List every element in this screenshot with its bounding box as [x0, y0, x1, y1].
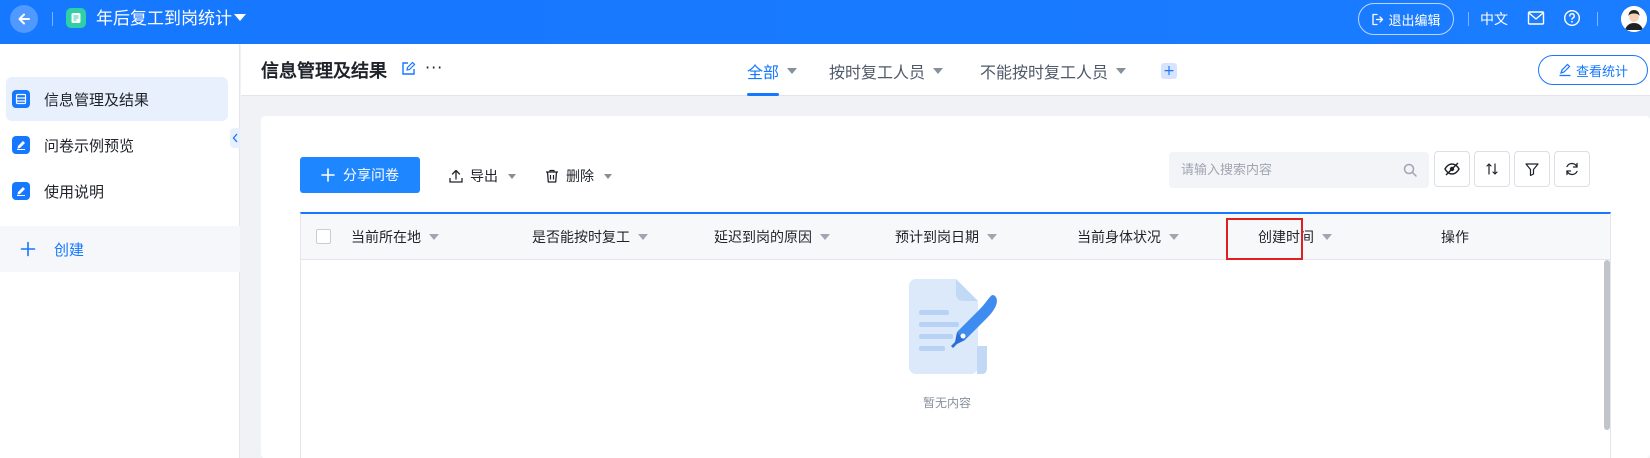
chevron-down-icon[interactable]	[1322, 234, 1332, 240]
empty-state-text: 暂无内容	[923, 396, 972, 410]
collapse-sidebar-toggle[interactable]	[230, 128, 240, 148]
edit-icon	[12, 136, 30, 154]
divider	[1597, 12, 1598, 26]
create-button[interactable]: 创建	[0, 226, 240, 272]
chevron-down-icon[interactable]	[638, 234, 648, 240]
search-input[interactable]	[1181, 162, 1391, 178]
vertical-scrollbar[interactable]	[1604, 260, 1610, 430]
sort-button[interactable]	[1474, 151, 1510, 187]
exit-edit-label: 退出编辑	[1388, 13, 1441, 29]
column-label: 延迟到岗的原因	[714, 230, 812, 246]
export-label: 导出	[470, 169, 498, 185]
export-button[interactable]: 导出	[448, 166, 516, 186]
main-header: 信息管理及结果 ··· 全部 按时复工人员 不能按时复工人员 + 查看统计	[241, 44, 1650, 96]
chevron-down-icon[interactable]	[987, 234, 997, 240]
upload-icon	[449, 169, 463, 183]
share-label: 分享问卷	[343, 168, 399, 184]
column-header-expected-date[interactable]: 预计到岗日期	[895, 227, 997, 247]
column-label: 当前身体状况	[1077, 230, 1161, 246]
chevron-down-icon[interactable]	[1169, 234, 1179, 240]
mail-icon[interactable]	[1527, 10, 1545, 30]
sidebar: 信息管理及结果 问卷示例预览 使用说明 创建	[0, 44, 240, 458]
arrow-left-icon	[18, 13, 30, 25]
language-switch[interactable]: 中文	[1480, 9, 1508, 29]
column-header-on-time[interactable]: 是否能按时复工	[532, 227, 648, 247]
user-avatar[interactable]	[1621, 6, 1647, 32]
tab-label: 按时复工人员	[829, 63, 926, 82]
edit-title-icon[interactable]	[401, 61, 416, 80]
exit-edit-button[interactable]: 退出编辑	[1358, 3, 1454, 35]
divider	[52, 12, 53, 26]
column-header-location[interactable]: 当前所在地	[351, 227, 439, 247]
search-icon[interactable]	[1403, 163, 1417, 177]
delete-label: 删除	[566, 169, 594, 185]
chevron-left-icon	[232, 133, 238, 143]
create-label: 创建	[54, 240, 85, 259]
column-header-delay-reason[interactable]: 延迟到岗的原因	[714, 227, 830, 247]
refresh-button[interactable]	[1554, 151, 1590, 187]
trash-icon	[546, 169, 558, 183]
table-header: 当前所在地 是否能按时复工 延迟到岗的原因 预计到岗日期 当前身体状况 创建时间…	[301, 214, 1610, 260]
refresh-icon	[1566, 162, 1578, 176]
filter-button[interactable]	[1514, 151, 1550, 187]
chevron-down-icon	[604, 173, 612, 179]
chevron-down-icon	[508, 173, 516, 179]
view-stats-button[interactable]: 查看统计	[1538, 55, 1648, 85]
column-label: 预计到岗日期	[895, 230, 979, 246]
back-button[interactable]	[10, 5, 38, 33]
page-title: 信息管理及结果	[261, 61, 387, 82]
chevron-down-icon[interactable]	[429, 234, 439, 240]
eye-off-icon	[1444, 162, 1460, 176]
divider	[1468, 12, 1469, 26]
sidebar-item-instructions[interactable]: 使用说明	[6, 169, 228, 213]
view-stats-label: 查看统计	[1575, 64, 1628, 80]
column-header-actions: 操作	[1441, 227, 1469, 247]
plus-icon	[321, 168, 335, 182]
hide-columns-button[interactable]	[1434, 151, 1470, 187]
logout-icon	[1372, 13, 1384, 25]
table-icon	[12, 90, 30, 108]
search-box	[1169, 152, 1429, 188]
column-label: 是否能按时复工	[532, 230, 630, 246]
sort-icon	[1486, 163, 1498, 175]
tab-all[interactable]: 全部	[747, 59, 798, 83]
share-questionnaire-button[interactable]: 分享问卷	[300, 157, 420, 193]
delete-button[interactable]: 删除	[544, 166, 612, 186]
active-tab-indicator	[747, 93, 779, 96]
select-all-checkbox[interactable]	[316, 229, 331, 244]
plus-icon	[20, 241, 36, 257]
form-app-icon	[66, 8, 86, 28]
chevron-down-icon[interactable]	[234, 14, 246, 21]
chevron-down-icon	[1116, 68, 1127, 74]
sidebar-item-label: 问卷示例预览	[44, 136, 135, 155]
chart-edit-icon	[1559, 63, 1571, 77]
tab-label: 全部	[747, 63, 780, 82]
sidebar-item-label: 信息管理及结果	[44, 90, 150, 109]
sidebar-item-questionnaire-preview[interactable]: 问卷示例预览	[6, 123, 228, 167]
empty-state-illustration	[903, 276, 1003, 384]
data-table: 当前所在地 是否能按时复工 延迟到岗的原因 预计到岗日期 当前身体状况 创建时间…	[300, 212, 1611, 458]
help-icon[interactable]	[1563, 9, 1581, 31]
highlight-box	[1226, 218, 1303, 260]
chevron-down-icon[interactable]	[820, 234, 830, 240]
column-label: 当前所在地	[351, 230, 421, 246]
edit-icon	[12, 182, 30, 200]
app-title[interactable]: 年后复工到岗统计	[96, 8, 232, 30]
chevron-down-icon	[933, 68, 944, 74]
column-header-health-status[interactable]: 当前身体状况	[1077, 227, 1179, 247]
add-tab-button[interactable]: +	[1161, 63, 1177, 79]
column-label: 操作	[1441, 230, 1469, 246]
filter-icon	[1525, 163, 1539, 177]
tab-on-time-returners[interactable]: 按时复工人员	[829, 59, 944, 83]
more-icon[interactable]: ···	[425, 58, 443, 77]
sidebar-item-label: 使用说明	[44, 182, 105, 201]
tab-late-returners[interactable]: 不能按时复工人员	[980, 59, 1127, 83]
sidebar-item-info-management[interactable]: 信息管理及结果	[6, 77, 228, 121]
top-bar: 年后复工到岗统计 退出编辑 中文	[0, 0, 1650, 44]
chevron-down-icon	[787, 68, 798, 74]
tab-label: 不能按时复工人员	[980, 63, 1109, 82]
content-card: 分享问卷 导出 删除 当前所在地 是否能按时复工	[261, 116, 1650, 458]
